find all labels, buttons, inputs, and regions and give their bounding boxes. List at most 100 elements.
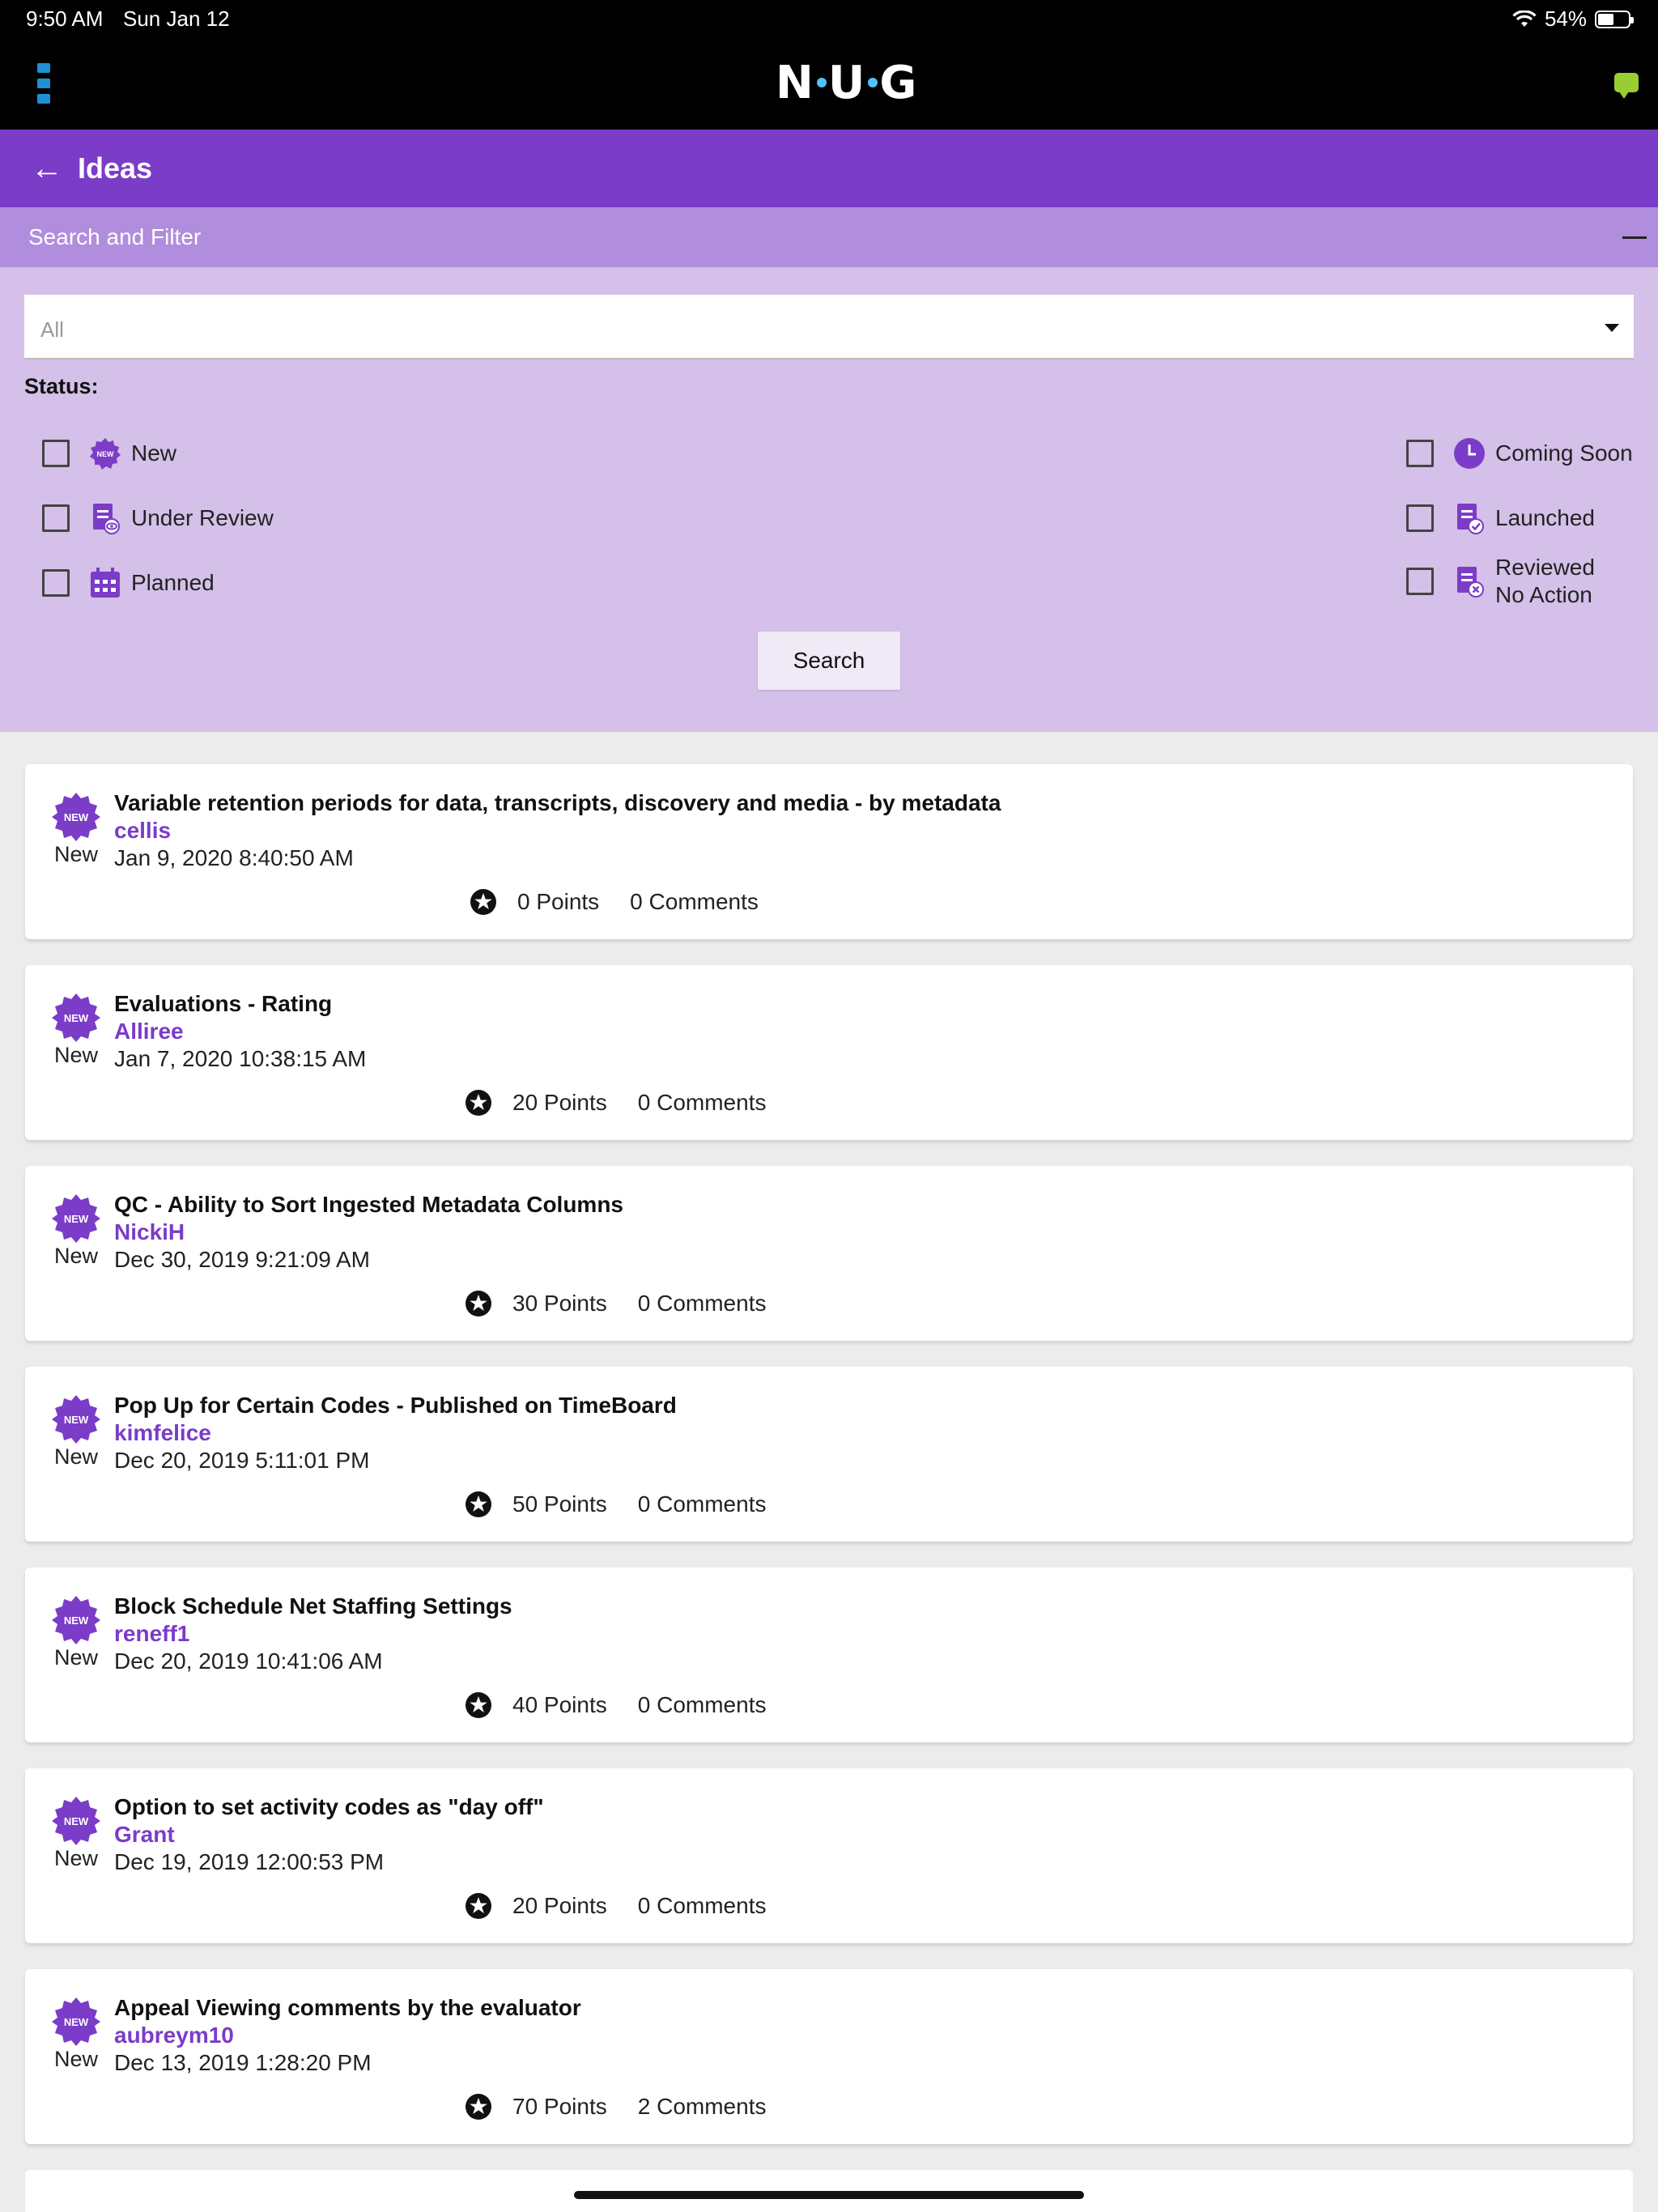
search-button[interactable]: Search: [758, 632, 900, 690]
clock-icon: [1453, 437, 1486, 470]
idea-card[interactable]: NEW New Block Schedule Net Staffing Sett…: [25, 1568, 1633, 1742]
idea-card[interactable]: NEW New Appeal Viewing comments by the e…: [25, 1969, 1633, 2144]
new-badge-icon: NEW: [52, 1395, 100, 1444]
idea-comments[interactable]: 0 Comments: [638, 1692, 767, 1718]
checkbox[interactable]: [1406, 440, 1434, 467]
idea-comments[interactable]: 0 Comments: [638, 1291, 767, 1317]
idea-title[interactable]: Pop Up for Certain Codes - Published on …: [114, 1393, 677, 1419]
checkbox[interactable]: [42, 440, 70, 467]
idea-status: New: [53, 1043, 98, 1067]
idea-title[interactable]: Option to set activity codes as "day off…: [114, 1794, 544, 1820]
idea-date: Dec 13, 2019 1:28:20 PM: [114, 2050, 372, 2075]
home-indicator[interactable]: [574, 2191, 1084, 2199]
new-badge-icon: NEW: [52, 1797, 100, 1845]
idea-card[interactable]: NEW New Variable retention periods for d…: [25, 764, 1633, 939]
new-badge-icon: NEW: [52, 993, 100, 1042]
vertical-dots-menu-icon[interactable]: [37, 63, 52, 104]
status-filter-under-review[interactable]: Under Review: [42, 502, 274, 534]
logo-letter-u: U: [827, 56, 867, 109]
document-check-icon: [1453, 502, 1486, 534]
idea-stats: 0 Points 0 Comments: [469, 887, 759, 917]
idea-status: New: [53, 1444, 98, 1469]
calendar-icon: [89, 567, 121, 599]
status-label: Status:: [24, 374, 99, 398]
idea-stats: 20 Points 0 Comments: [464, 1891, 766, 1921]
checkbox[interactable]: [1406, 504, 1434, 532]
idea-comments[interactable]: 2 Comments: [638, 2094, 767, 2120]
idea-author[interactable]: reneff1: [114, 1621, 189, 1647]
badge-text: NEW: [64, 1012, 89, 1024]
star-icon[interactable]: [464, 1088, 493, 1117]
star-icon[interactable]: [469, 887, 498, 917]
idea-title[interactable]: Variable retention periods for data, tra…: [114, 790, 1001, 816]
idea-card[interactable]: NEW New Evaluations - Rating Alliree Jan…: [25, 965, 1633, 1140]
badge-text: NEW: [64, 1213, 89, 1225]
star-icon[interactable]: [464, 1891, 493, 1921]
idea-title[interactable]: QC - Ability to Sort Ingested Metadata C…: [114, 1192, 623, 1218]
idea-status: New: [53, 1645, 98, 1670]
idea-author[interactable]: aubreym10: [114, 2023, 234, 2048]
new-badge-icon: NEW: [89, 437, 121, 470]
status-filter-reviewed-no-action[interactable]: Reviewed No Action: [1406, 554, 1595, 609]
status-filter-coming-soon[interactable]: Coming Soon: [1406, 437, 1633, 470]
idea-card[interactable]: NEW New Option to set activity codes as …: [25, 1768, 1633, 1943]
idea-date: Dec 30, 2019 9:21:09 AM: [114, 1247, 370, 1272]
idea-comments[interactable]: 0 Comments: [638, 1893, 767, 1919]
status-date: Sun Jan 12: [123, 6, 230, 31]
badge-text: NEW: [64, 1815, 89, 1827]
document-eye-icon: [89, 502, 121, 534]
chevron-down-icon: [1605, 324, 1619, 332]
status-indicators: 54%: [1512, 6, 1634, 32]
status-filter-new[interactable]: NEW New: [42, 437, 176, 470]
battery-icon: [1595, 10, 1634, 28]
back-arrow-icon[interactable]: ←: [31, 152, 63, 185]
status-filter-launched[interactable]: Launched: [1406, 502, 1595, 534]
star-icon[interactable]: [464, 1289, 493, 1318]
status-time: 9:50 AM: [26, 6, 104, 31]
idea-author[interactable]: Grant: [114, 1822, 175, 1848]
idea-author[interactable]: cellis: [114, 818, 171, 844]
logo-dot: [868, 78, 878, 87]
idea-date: Dec 20, 2019 5:11:01 PM: [114, 1448, 370, 1473]
checkbox[interactable]: [1406, 568, 1434, 595]
status-filter-label: New: [131, 440, 177, 466]
new-badge-icon: NEW: [52, 1997, 100, 2046]
idea-comments[interactable]: 0 Comments: [638, 1491, 767, 1517]
idea-author[interactable]: Alliree: [114, 1019, 184, 1044]
status-filter-label: Reviewed No Action: [1495, 554, 1595, 609]
idea-title[interactable]: Block Schedule Net Staffing Settings: [114, 1593, 512, 1619]
status-filter-planned[interactable]: Planned: [42, 567, 215, 599]
star-icon[interactable]: [464, 2092, 493, 2121]
status-filter-label: Launched: [1495, 505, 1596, 530]
new-badge-icon: NEW: [52, 793, 100, 841]
idea-author[interactable]: NickiH: [114, 1219, 185, 1245]
badge-text: NEW: [64, 2016, 89, 2028]
idea-title[interactable]: Evaluations - Rating: [114, 991, 332, 1017]
idea-comments[interactable]: 0 Comments: [638, 1090, 767, 1116]
checkbox[interactable]: [42, 569, 70, 597]
idea-title[interactable]: Appeal Viewing comments by the evaluator: [114, 1995, 581, 2021]
battery-percentage: 54%: [1544, 6, 1587, 31]
page-title: Ideas: [78, 151, 153, 185]
idea-author[interactable]: kimfelice: [114, 1420, 211, 1446]
idea-points: 20 Points: [512, 1090, 607, 1115]
category-select-value: All: [40, 317, 64, 342]
star-icon[interactable]: [464, 1691, 493, 1720]
battery-level: [1598, 13, 1613, 25]
search-filter-header[interactable]: Search and Filter: [0, 207, 1658, 267]
idea-card[interactable]: NEW New Pop Up for Certain Codes - Publi…: [25, 1367, 1633, 1542]
badge-text: NEW: [64, 1614, 89, 1627]
idea-stats: 20 Points 0 Comments: [464, 1088, 766, 1117]
star-icon[interactable]: [464, 1490, 493, 1519]
title-bar: ← Ideas: [0, 130, 1658, 207]
idea-comments[interactable]: 0 Comments: [630, 889, 759, 915]
svg-text:NEW: NEW: [97, 450, 115, 458]
search-filter-label: Search and Filter: [28, 224, 202, 249]
checkbox[interactable]: [42, 504, 70, 532]
idea-points: 20 Points: [512, 1893, 607, 1918]
category-select[interactable]: All: [24, 295, 1634, 359]
chat-bubble-icon[interactable]: [1614, 73, 1639, 99]
logo-letter-g: G: [879, 56, 919, 109]
minus-icon[interactable]: [1622, 236, 1647, 239]
idea-card[interactable]: NEW New QC - Ability to Sort Ingested Me…: [25, 1166, 1633, 1341]
